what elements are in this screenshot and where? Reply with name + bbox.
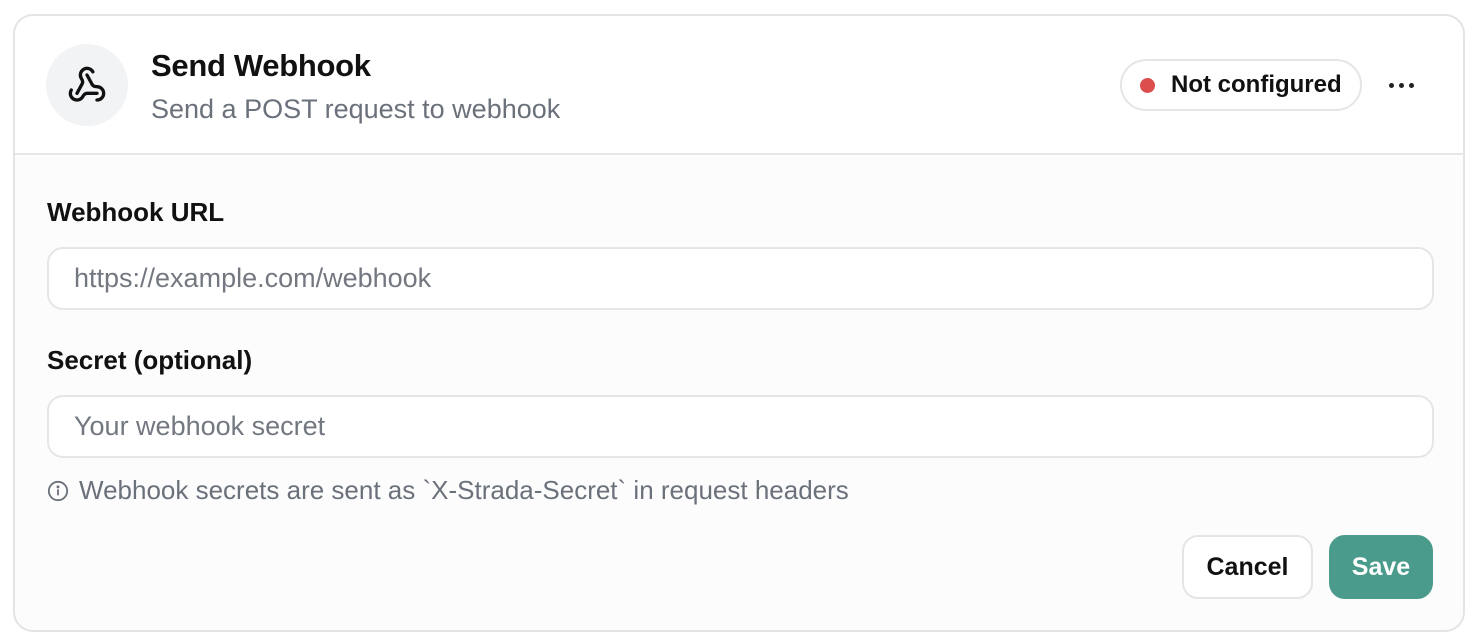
info-icon [47,480,69,502]
secret-label: Secret (optional) [47,345,253,375]
cancel-button[interactable]: Cancel [1182,535,1313,599]
card-header: Send Webhook Send a POST request to webh… [15,16,1463,155]
status-badge: Not configured [1120,59,1362,111]
save-button[interactable]: Save [1329,535,1433,599]
webhook-card: Send Webhook Send a POST request to webh… [13,14,1465,632]
status-dot [1140,77,1155,93]
card-subtitle: Send a POST request to webhook [151,94,561,124]
more-horizontal-icon [1388,82,1394,88]
more-options-button[interactable] [1379,68,1423,102]
webhook-icon-container [46,44,128,126]
hint-text: Webhook secrets are sent as `X-Strada-Se… [79,475,849,505]
secret-input[interactable] [47,395,1434,458]
webhook-url-input[interactable] [47,247,1434,310]
secret-hint: Webhook secrets are sent as `X-Strada-Se… [47,475,849,506]
status-label: Not configured [1171,71,1342,98]
webhook-icon [68,66,106,102]
webhook-url-label: Webhook URL [47,197,225,227]
card-title: Send Webhook [151,48,371,83]
